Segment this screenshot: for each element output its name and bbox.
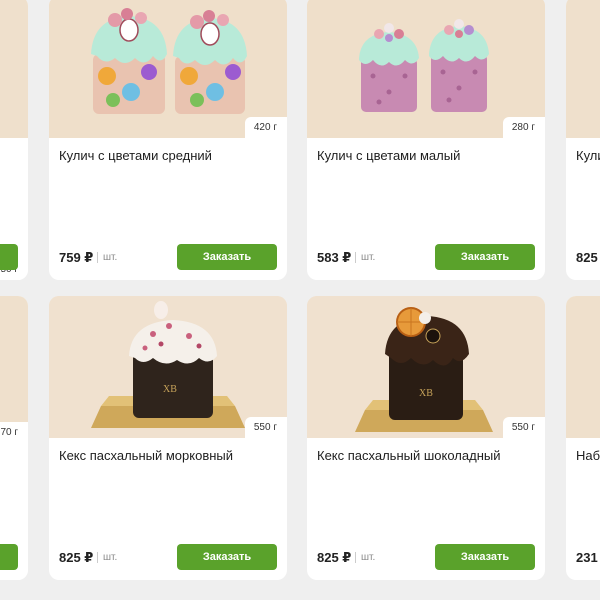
svg-text:ХВ: ХВ [419, 388, 433, 399]
product-title[interactable]: Набо [576, 448, 600, 464]
product-price: 825 ₽ [59, 550, 94, 565]
order-button[interactable]: Заказать [0, 544, 18, 570]
product-card[interactable]: 50 г Заказать [0, 0, 28, 280]
product-title[interactable]: Кулич с цветами средний [59, 148, 277, 164]
unit-label: шт. [355, 552, 375, 563]
product-image[interactable] [566, 0, 600, 138]
product-image[interactable]: 280 г [307, 0, 545, 138]
product-title[interactable]: Кекс пасхальный морковный [59, 448, 277, 464]
order-button[interactable]: Заказать [435, 244, 535, 270]
product-image[interactable]: ХВ 550 г [49, 296, 287, 438]
catalog-viewport: 50 г Заказать 420 г Кулич с цветами [0, 0, 600, 600]
product-title[interactable]: Кулич с цветами малый [317, 148, 535, 164]
weight-badge: 420 г [244, 117, 287, 138]
unit-label: шт. [97, 552, 117, 563]
product-image[interactable] [566, 296, 600, 438]
order-button[interactable]: Заказать [435, 544, 535, 570]
order-button[interactable]: Заказать [0, 244, 18, 270]
product-price: 825 ₽ [317, 550, 352, 565]
product-card[interactable]: ХВ 550 г Кекс пасхальный морковный 825 ₽… [49, 296, 287, 580]
order-button[interactable]: Заказать [177, 544, 277, 570]
weight-badge: 280 г [502, 117, 545, 138]
product-card[interactable]: 420 г Кулич с цветами средний 759 ₽ шт. … [49, 0, 287, 280]
product-title[interactable]: Кекс пасхальный шоколадный [317, 448, 535, 464]
product-price: 231 [576, 550, 598, 565]
unit-label: шт. [97, 252, 117, 263]
product-price: 583 ₽ [317, 250, 352, 265]
product-image[interactable] [0, 296, 28, 438]
product-card[interactable]: Кули 825 [566, 0, 600, 280]
unit-label: шт. [355, 252, 375, 263]
product-card[interactable]: ХВ 550 г Кекс пасхальный шоколадный 825 … [307, 296, 545, 580]
weight-badge: 550 г [502, 417, 545, 438]
product-price: 825 [576, 250, 598, 265]
product-image[interactable]: ХВ 550 г [307, 296, 545, 438]
svg-text:ХВ: ХВ [163, 384, 177, 395]
product-image[interactable]: 420 г [49, 0, 287, 138]
product-card[interactable]: Набо 231 [566, 296, 600, 580]
weight-badge: 550 г [244, 417, 287, 438]
product-image[interactable] [0, 0, 28, 138]
product-price: 759 ₽ [59, 250, 94, 265]
product-title[interactable]: Кули [576, 148, 600, 164]
product-card[interactable]: 70 г Заказать [0, 296, 28, 580]
order-button[interactable]: Заказать [177, 244, 277, 270]
product-card[interactable]: 280 г Кулич с цветами малый 583 ₽ шт. За… [307, 0, 545, 280]
